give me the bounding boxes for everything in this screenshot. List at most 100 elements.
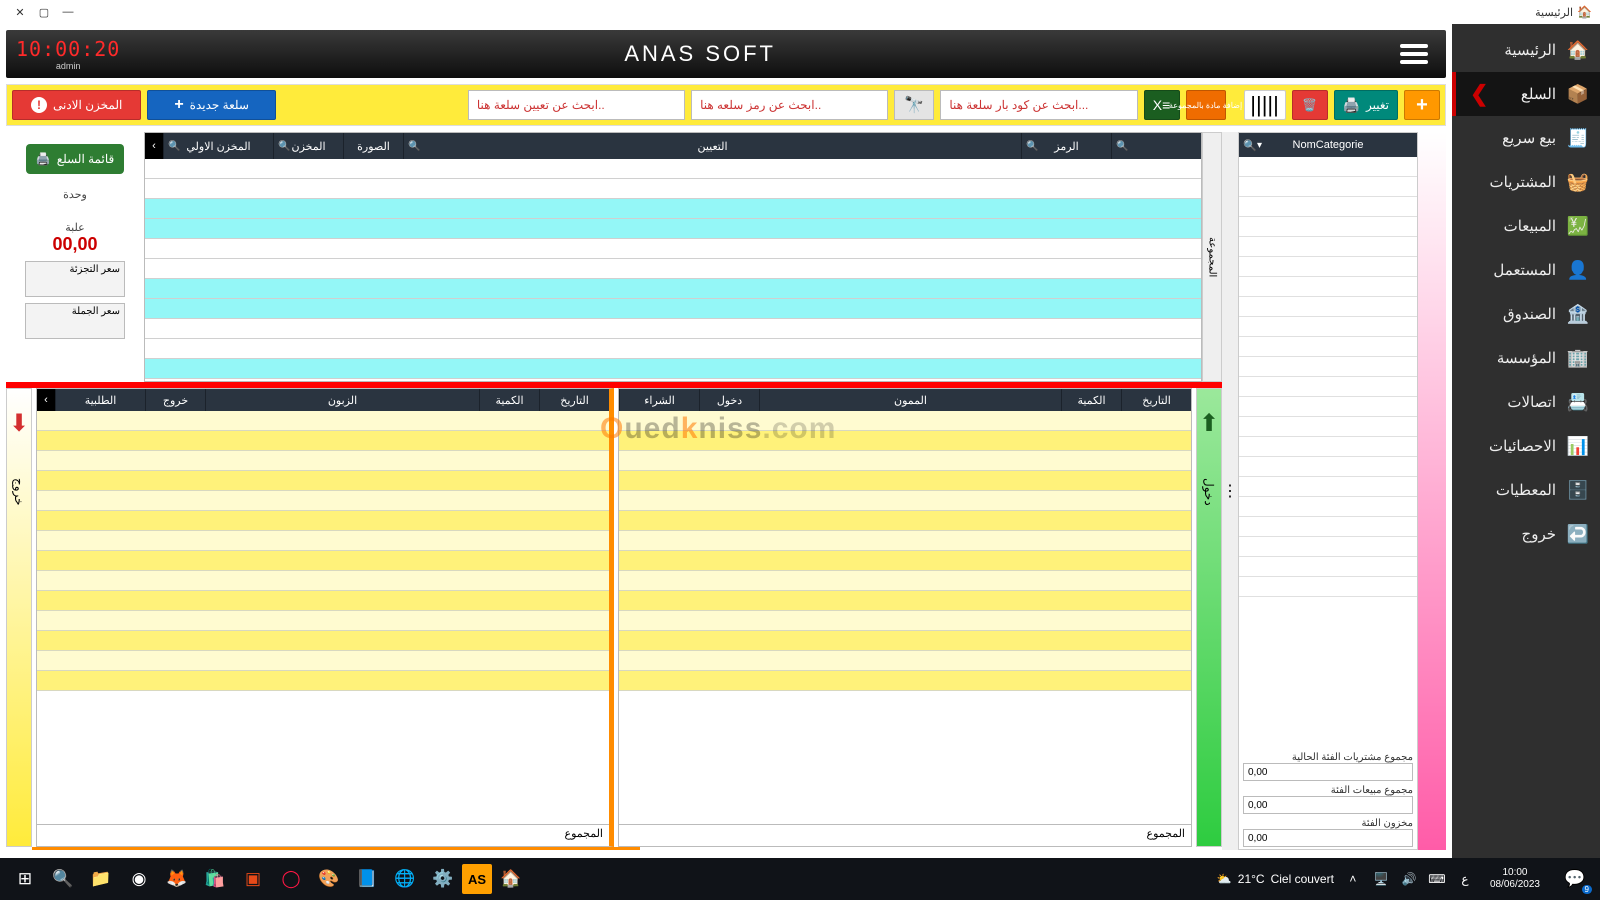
change-button[interactable]: 🖨️تغيير bbox=[1334, 90, 1398, 120]
powerpoint-icon[interactable]: ▣ bbox=[234, 860, 272, 898]
col-design[interactable]: التعيين bbox=[697, 140, 727, 153]
search-button[interactable]: 🔍 bbox=[44, 860, 82, 898]
hamburger-icon[interactable] bbox=[1400, 44, 1428, 64]
search-icon[interactable]: 🔍 bbox=[1243, 139, 1257, 152]
stats-icon: 📊 bbox=[1566, 434, 1590, 458]
sidebar-item-label: بيع سريع bbox=[1502, 129, 1556, 147]
box-icon: 📦 bbox=[1566, 82, 1590, 106]
group-handle[interactable]: المجموعة bbox=[1202, 132, 1222, 382]
col-code[interactable]: الرمز bbox=[1054, 140, 1078, 153]
out-scroll[interactable]: ‹ bbox=[37, 389, 55, 411]
search-code-input[interactable]: ابحث عن رمز سلعه هنا.. bbox=[691, 90, 888, 120]
delete-button[interactable]: 🗑️ bbox=[1292, 90, 1328, 120]
scroll-left[interactable]: ‹ bbox=[145, 133, 163, 159]
dropdown-icon[interactable]: ▾ bbox=[1257, 140, 1262, 151]
receipt-icon: 🧾 bbox=[1566, 126, 1590, 150]
tray-keyboard-icon[interactable]: ⌨ bbox=[1428, 872, 1446, 886]
sidebar-item-purchases[interactable]: 🧺 المشتريات bbox=[1452, 160, 1600, 204]
in-col-date[interactable]: التاريخ bbox=[1142, 394, 1171, 407]
out-side-strip[interactable]: ⬇ خروج bbox=[6, 388, 32, 847]
sidebar-item-label: المؤسسة bbox=[1497, 349, 1556, 367]
contacts-icon: 📇 bbox=[1566, 390, 1590, 414]
maximize-button[interactable]: ▢ bbox=[32, 0, 56, 24]
sidebar: 🏠 الرئيسية 📦 السلع ❮ 🧾 بيع سريع 🧺 المشتر… bbox=[1452, 24, 1600, 858]
opera-icon[interactable]: ◯ bbox=[272, 860, 310, 898]
sidebar-item-label: اتصالات bbox=[1507, 393, 1556, 411]
sum-sales-value[interactable] bbox=[1243, 796, 1413, 814]
sidebar-item-exit[interactable]: ↩️ خروج bbox=[1452, 512, 1600, 556]
tray-volume-icon[interactable]: 🔊 bbox=[1400, 872, 1418, 886]
new-product-button[interactable]: +سلعة جديدة bbox=[147, 90, 276, 120]
building-icon: 🏢 bbox=[1566, 346, 1590, 370]
retail-box[interactable]: سعر التجزئة bbox=[25, 261, 125, 297]
exit-icon: ↩️ bbox=[1566, 522, 1590, 546]
collapse-handle-outer[interactable]: ⋮ bbox=[1222, 132, 1238, 850]
out-col-qty[interactable]: الكمية bbox=[495, 394, 523, 407]
sidebar-item-cash[interactable]: 🏦 الصندوق bbox=[1452, 292, 1600, 336]
anas-app-icon[interactable]: AS bbox=[462, 864, 492, 894]
paint-icon[interactable]: 🎨 bbox=[310, 860, 348, 898]
sum-purchases-value[interactable] bbox=[1243, 763, 1413, 781]
in-col-buy[interactable]: الشراء bbox=[644, 394, 675, 407]
sidebar-item-label: المستعمل bbox=[1493, 261, 1556, 279]
out-col-date[interactable]: التاريخ bbox=[560, 394, 589, 407]
col-stock[interactable]: المخزن bbox=[291, 140, 325, 153]
in-table: التاريخ الكمية الممون دخول الشراء bbox=[618, 388, 1192, 847]
search-name-input[interactable]: ابحث عن تعيين سلعة هنا.. bbox=[468, 90, 685, 120]
sidebar-item-products[interactable]: 📦 السلع ❮ bbox=[1452, 72, 1600, 116]
minimize-button[interactable]: — bbox=[56, 0, 80, 24]
min-stock-button[interactable]: !المخزن الادنى bbox=[12, 90, 141, 120]
col-init-stock[interactable]: المخزن الاولي bbox=[186, 140, 250, 153]
price-value: 00,00 bbox=[52, 234, 97, 255]
sidebar-item-user[interactable]: 👤 المستعمل bbox=[1452, 248, 1600, 292]
sidebar-item-label: خروج bbox=[1522, 525, 1556, 543]
weather-widget[interactable]: ⛅ 21°C Ciel couvert bbox=[1217, 872, 1334, 886]
tray-lang-icon[interactable]: ع bbox=[1456, 872, 1474, 886]
tray-network-icon[interactable]: 🖥️ bbox=[1372, 872, 1390, 886]
in-col-supplier[interactable]: الممون bbox=[894, 394, 927, 407]
clock: 10:00:20 bbox=[16, 37, 120, 61]
home-icon: 🏠 bbox=[1577, 5, 1592, 19]
home-taskbar-icon[interactable]: 🏠 bbox=[492, 860, 530, 898]
tray-chevron-icon[interactable]: ˄ bbox=[1344, 872, 1362, 886]
stock-value[interactable] bbox=[1243, 829, 1413, 847]
sidebar-item-company[interactable]: 🏢 المؤسسة bbox=[1452, 336, 1600, 380]
database-icon: 🗄️ bbox=[1566, 478, 1590, 502]
user-icon: 👤 bbox=[1566, 258, 1590, 282]
close-button[interactable]: ✕ bbox=[8, 0, 32, 24]
sidebar-item-stats[interactable]: 📊 الاحصائيات bbox=[1452, 424, 1600, 468]
out-total: المجموع bbox=[37, 824, 609, 846]
in-side-strip[interactable]: ⬆ دخول bbox=[1196, 388, 1222, 847]
sidebar-item-label: الرئيسية bbox=[1504, 41, 1556, 59]
out-col-out[interactable]: خروج bbox=[163, 394, 188, 407]
sidebar-item-home[interactable]: 🏠 الرئيسية bbox=[1452, 28, 1600, 72]
app-icon[interactable]: 🌐 bbox=[386, 860, 424, 898]
sidebar-item-quicksale[interactable]: 🧾 بيع سريع bbox=[1452, 116, 1600, 160]
notifications-button[interactable]: 💬9 bbox=[1556, 860, 1594, 898]
taskbar-clock[interactable]: 10:00 08/06/2023 bbox=[1484, 867, 1546, 891]
binoculars-icon[interactable]: 🔭 bbox=[894, 90, 934, 120]
sum-sales-label: مجموع مبيعات الفئة bbox=[1243, 785, 1413, 796]
chrome-icon[interactable]: ◉ bbox=[120, 860, 158, 898]
store-icon[interactable]: 🛍️ bbox=[196, 860, 234, 898]
notepad-icon[interactable]: 📘 bbox=[348, 860, 386, 898]
sidebar-item-contacts[interactable]: 📇 اتصالات bbox=[1452, 380, 1600, 424]
window-title: الرئيسية bbox=[1535, 6, 1573, 19]
sidebar-item-sales[interactable]: 💹 المبيعات bbox=[1452, 204, 1600, 248]
add-button[interactable]: + bbox=[1404, 90, 1440, 120]
explorer-icon[interactable]: 📁 bbox=[82, 860, 120, 898]
sidebar-item-data[interactable]: 🗄️ المعطيات bbox=[1452, 468, 1600, 512]
add-group-button[interactable]: إضافة مادة بالمجموعة bbox=[1186, 90, 1226, 120]
product-list-button[interactable]: 🖨️قائمة السلع bbox=[26, 144, 124, 174]
in-col-in[interactable]: دخول bbox=[717, 394, 742, 407]
out-col-order[interactable]: الطلبية bbox=[85, 394, 117, 407]
firefox-icon[interactable]: 🦊 bbox=[158, 860, 196, 898]
col-image[interactable]: الصورة bbox=[357, 140, 390, 153]
wholesale-box[interactable]: سعر الجملة bbox=[25, 303, 125, 339]
search-barcode-input[interactable]: ابحث عن كود بار سلعة هنا... bbox=[940, 90, 1137, 120]
start-button[interactable]: ⊞ bbox=[6, 860, 44, 898]
out-col-client[interactable]: الزبون bbox=[328, 394, 357, 407]
settings-icon[interactable]: ⚙️ bbox=[424, 860, 462, 898]
in-col-qty[interactable]: الكمية bbox=[1077, 394, 1105, 407]
barcode-button[interactable]: ||||| bbox=[1244, 90, 1286, 120]
